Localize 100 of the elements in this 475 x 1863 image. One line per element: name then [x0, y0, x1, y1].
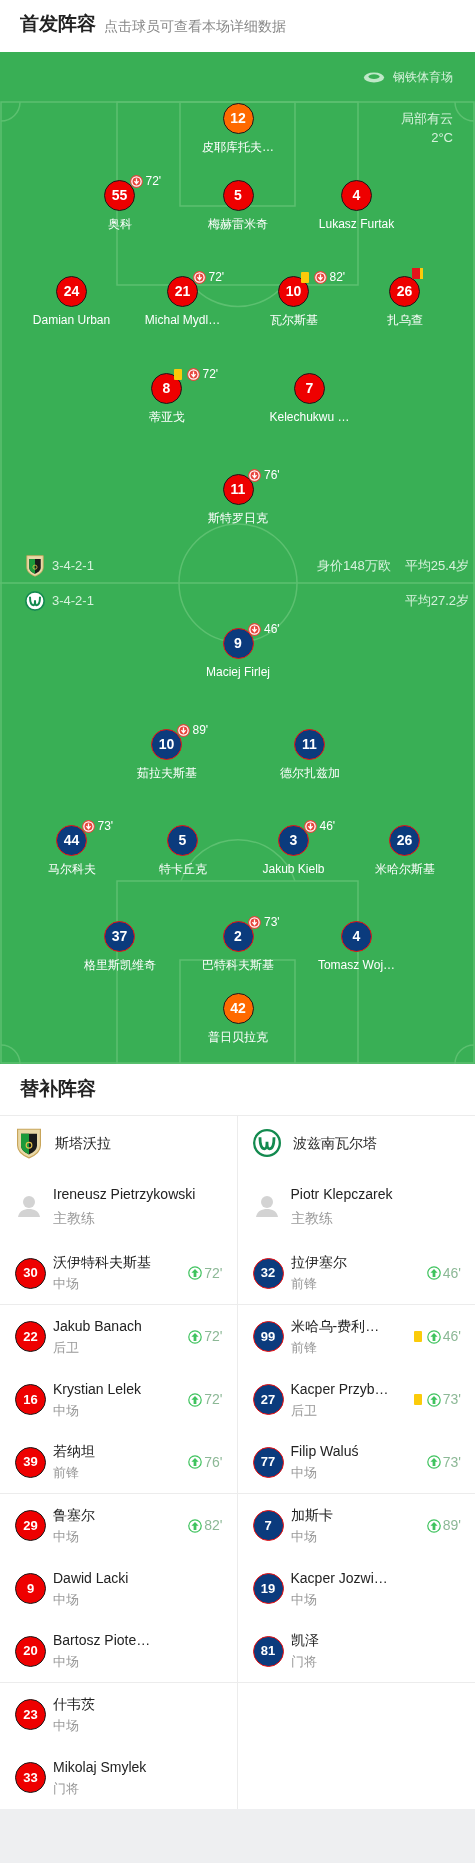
player-position: 门将	[53, 1779, 80, 1798]
player-number-badge[interactable]: 27	[252, 1384, 284, 1415]
player-name[interactable]: Kacper Przyb…	[290, 1378, 414, 1400]
player-number-badge[interactable]: 24	[56, 276, 87, 307]
player-name[interactable]: 米哈尔斯基	[374, 860, 435, 878]
player-name[interactable]: Dawid Lacki	[53, 1567, 223, 1589]
player-name[interactable]: 皮耶库托夫…	[202, 138, 274, 156]
player-name[interactable]: Tomasz Woj…	[317, 956, 396, 974]
player-name[interactable]: Damian Urban	[32, 311, 111, 329]
player-number-badge[interactable]: 10	[151, 729, 182, 760]
player-number-badge[interactable]: 19	[252, 1573, 284, 1604]
substitution-minute: 46'	[442, 1263, 461, 1283]
player-number-badge[interactable]: 77	[252, 1446, 284, 1478]
player-number-badge[interactable]: 81	[252, 1635, 284, 1667]
team-name[interactable]: 波兹南瓦尔塔	[292, 1132, 377, 1154]
player-name[interactable]: 德尔扎兹加	[279, 764, 340, 782]
player-number-badge[interactable]: 7	[294, 373, 325, 404]
player-name[interactable]: Krystian Lelek	[53, 1378, 189, 1400]
player-number-badge[interactable]: 16	[15, 1384, 46, 1415]
player-name[interactable]: 凯泽	[290, 1630, 461, 1652]
substitution-out-icon	[176, 723, 190, 737]
temperature-text: 2°C	[431, 129, 453, 147]
player-name[interactable]: 瓦尔斯基	[269, 311, 318, 329]
player-number-badge[interactable]: 10	[278, 276, 309, 307]
player-position: 后卫	[53, 1338, 80, 1357]
player-number-badge[interactable]: 3	[278, 825, 309, 856]
player-name[interactable]: 什韦茨	[53, 1693, 223, 1715]
sending-off-card-icon	[411, 268, 423, 280]
player-name[interactable]: Maciej Firlej	[206, 663, 270, 681]
player-name[interactable]: 斯特罗日克	[208, 509, 268, 527]
player-name[interactable]: 普日贝拉克	[208, 1028, 268, 1046]
player-number-badge[interactable]: 4	[341, 180, 372, 211]
substitution-in-icon	[188, 1266, 203, 1280]
substitution-minute: 89'	[442, 1516, 461, 1535]
player-number-badge[interactable]: 32	[252, 1257, 284, 1289]
substitution-out-icon	[248, 622, 261, 636]
player-number-badge[interactable]: 30	[15, 1257, 46, 1289]
player-number-badge[interactable]: 39	[15, 1446, 46, 1478]
player-number-badge[interactable]: 42	[222, 993, 254, 1024]
team-logo	[25, 554, 45, 577]
booking-card-icon	[173, 368, 182, 380]
player-number-badge[interactable]: 29	[15, 1510, 46, 1541]
player-number-badge[interactable]: 20	[15, 1635, 46, 1667]
player-name[interactable]: 茹拉夫斯基	[136, 764, 197, 782]
coach-name[interactable]: Piotr Klepczarek	[290, 1183, 393, 1205]
player-number-badge[interactable]: 12	[222, 103, 254, 134]
coach-name[interactable]: Ireneusz Pietrzykowski	[53, 1183, 196, 1205]
player-name[interactable]: Filip Waluś	[290, 1441, 427, 1463]
player-number-badge[interactable]: 23	[15, 1699, 46, 1730]
player-number-badge[interactable]: 11	[222, 474, 254, 505]
player-name[interactable]: 巴特科夫斯基	[202, 956, 274, 974]
player-number-badge[interactable]: 55	[104, 180, 135, 211]
player-position: 前锋	[290, 1275, 318, 1294]
formation-text: 3-4-2-1	[52, 556, 95, 575]
team-name[interactable]: 斯塔沃拉	[55, 1132, 111, 1154]
player-number-badge[interactable]: 11	[294, 729, 325, 760]
player-name[interactable]: 鲁塞尔	[53, 1504, 189, 1526]
player-number-badge[interactable]: 26	[389, 276, 420, 307]
player-name[interactable]: 蒂亚戈	[148, 408, 185, 426]
player-name[interactable]: 奥科	[107, 215, 132, 233]
coach-role: 主教练	[290, 1208, 334, 1228]
player-name[interactable]: 格里斯凯维奇	[83, 956, 156, 974]
player-name[interactable]: 米哈乌-费利…	[290, 1315, 414, 1337]
player-name[interactable]: 扎乌查	[386, 311, 423, 329]
player-name[interactable]: 拉伊塞尔	[290, 1252, 427, 1274]
player-number-badge[interactable]: 5	[167, 825, 198, 856]
player-number-badge[interactable]: 4	[341, 921, 372, 952]
player-name[interactable]: Lukasz Furtak	[318, 215, 395, 233]
player-name[interactable]: Mikolaj Smylek	[53, 1756, 223, 1778]
player-number-badge[interactable]: 9	[15, 1573, 46, 1604]
substitution-minute: 46'	[442, 1327, 461, 1346]
substitution-minute: 76'	[264, 467, 280, 484]
player-number-badge[interactable]: 7	[252, 1510, 284, 1541]
player-number-badge[interactable]: 99	[252, 1321, 284, 1352]
player-name[interactable]: Jakub Kielb	[262, 860, 325, 878]
player-name[interactable]: Kacper Jozwi…	[290, 1567, 461, 1589]
player-name[interactable]: Michal Mydl…	[144, 311, 221, 329]
player-name[interactable]: 特卡丘克	[158, 860, 207, 878]
player-number-badge[interactable]: 21	[167, 276, 198, 307]
substitution-minute: 89'	[192, 722, 209, 739]
player-number-badge[interactable]: 5	[222, 180, 254, 211]
player-number-badge[interactable]: 44	[56, 825, 87, 856]
player-name[interactable]: 加斯卡	[290, 1504, 427, 1526]
player-name[interactable]: 马尔科夫	[47, 860, 96, 878]
player-number-badge[interactable]: 26	[389, 825, 420, 856]
player-name[interactable]: Kelechukwu …	[269, 408, 350, 426]
player-number-badge[interactable]: 22	[15, 1321, 46, 1352]
player-number-badge[interactable]: 33	[15, 1762, 46, 1793]
player-name[interactable]: Bartosz Piote…	[53, 1630, 223, 1652]
player-number-badge[interactable]: 37	[104, 921, 135, 952]
booking-card-icon	[413, 1331, 422, 1342]
player-name[interactable]: 梅赫雷米奇	[208, 215, 268, 233]
player-number-badge[interactable]: 2	[222, 921, 254, 952]
player-name[interactable]: 若纳坦	[53, 1441, 189, 1463]
player-number-badge[interactable]: 9	[222, 628, 254, 659]
substitution-out-icon	[313, 270, 327, 284]
market-value-text: 身价148万欧	[317, 556, 391, 575]
player-name[interactable]: Jakub Banach	[53, 1315, 189, 1337]
player-name[interactable]: 沃伊特科夫斯基	[53, 1252, 189, 1274]
player-number-badge[interactable]: 8	[151, 373, 182, 404]
